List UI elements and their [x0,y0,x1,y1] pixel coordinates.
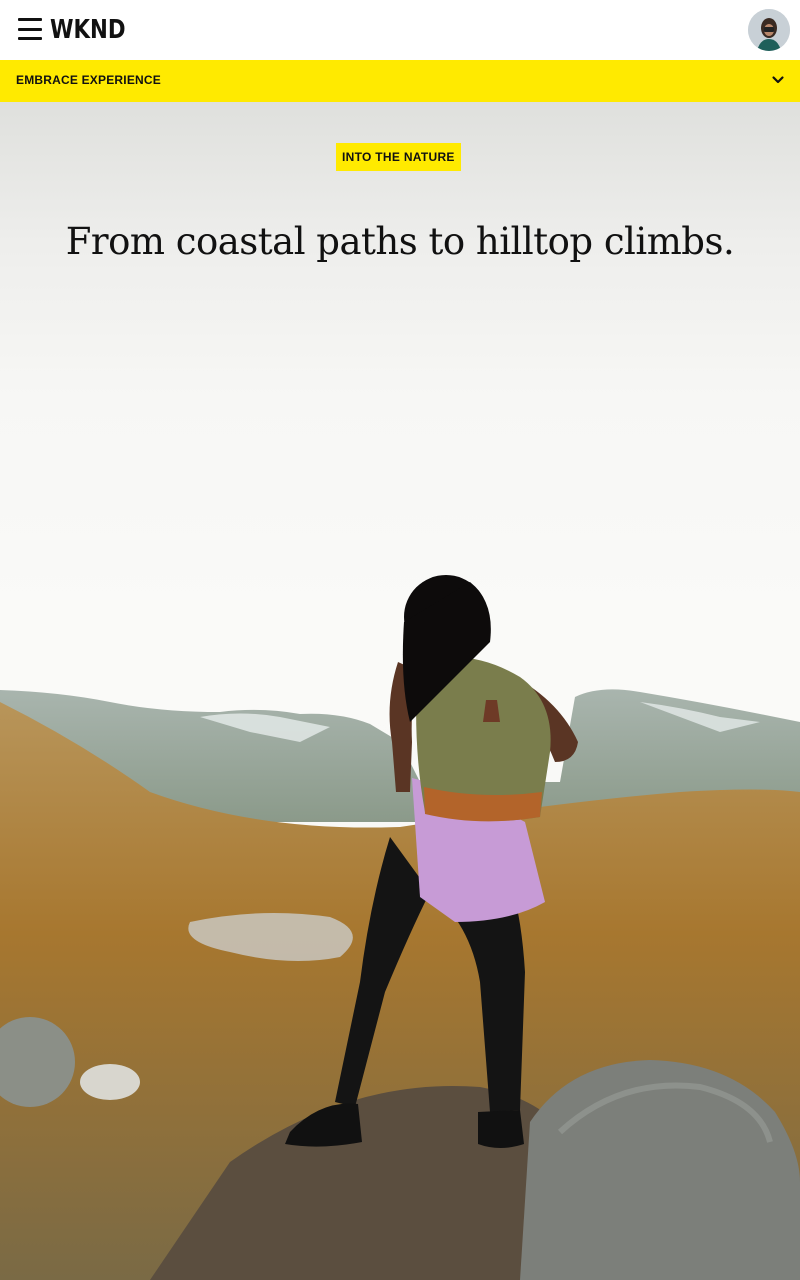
hero-headline: From coastal paths to hilltop climbs. [65,220,735,263]
chevron-down-icon[interactable] [771,73,785,87]
site-header: WKND [0,0,800,60]
hamburger-menu-icon[interactable] [18,18,42,40]
hero-banner: INTO THE NATURE From coastal paths to hi… [0,102,800,1280]
category-tag[interactable]: INTO THE NATURE [336,143,461,171]
subnav-label: EMBRACE EXPERIENCE [16,73,161,87]
user-avatar[interactable] [748,9,790,51]
wknd-logo[interactable]: WKND [50,14,126,46]
subnav-dropdown[interactable]: EMBRACE EXPERIENCE [0,60,800,102]
hero-image [0,575,800,1280]
